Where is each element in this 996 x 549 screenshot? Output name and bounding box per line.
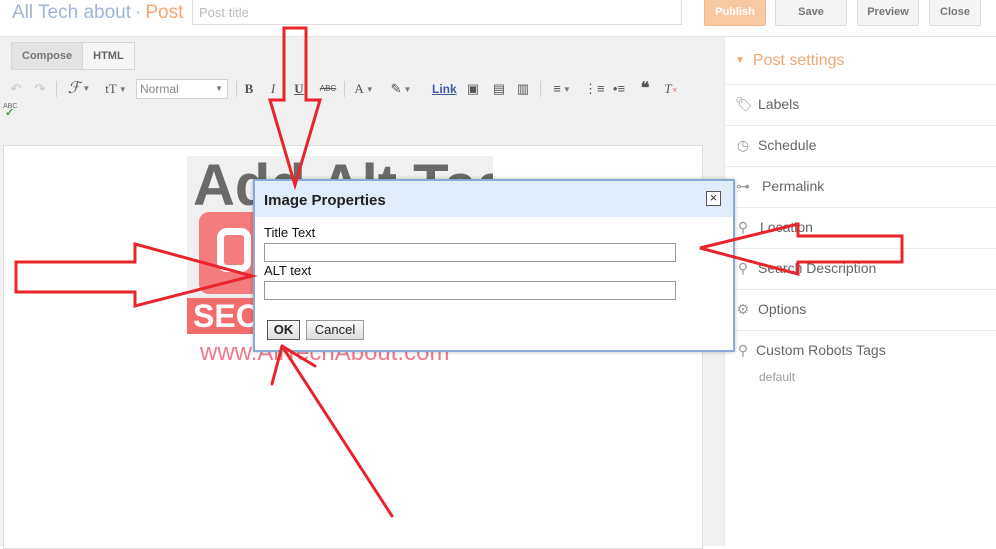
sidebar-item-schedule[interactable]: ◷ Schedule xyxy=(725,125,996,165)
tab-compose[interactable]: Compose xyxy=(11,42,84,70)
clock-icon: ◷ xyxy=(736,137,750,153)
title-text-label: Title Text xyxy=(264,225,316,240)
sidebar-item-options[interactable]: ⚙ Options xyxy=(725,289,996,329)
dialog-title: Image Properties xyxy=(264,192,386,209)
location-pin-icon: ⚲ xyxy=(737,219,749,235)
cancel-button[interactable]: Cancel xyxy=(306,320,364,340)
sidebar-item-search-description[interactable]: ⚲ Search Description xyxy=(725,248,996,288)
sidebar-item-label: Search Description xyxy=(758,260,877,276)
bullet-list-icon[interactable]: •≡ xyxy=(610,78,628,100)
post-title-input[interactable] xyxy=(192,0,682,25)
save-button[interactable]: Save xyxy=(775,0,847,26)
format-select[interactable]: Normal ▼ xyxy=(136,79,228,99)
sidebar-item-label: Permalink xyxy=(762,178,825,194)
font-icon[interactable]: ℱ ▼ xyxy=(64,78,94,100)
search-icon: ⚲ xyxy=(737,342,749,358)
tab-html[interactable]: HTML xyxy=(83,42,135,70)
text-color-icon[interactable]: A ▼ xyxy=(350,78,378,100)
link-icon: ⊶ xyxy=(736,178,750,194)
insert-video-icon[interactable]: ▤ xyxy=(490,78,508,100)
undo-icon[interactable]: ↶ xyxy=(8,78,24,100)
tag-icon: 🏷 xyxy=(735,96,753,112)
title-text-input[interactable] xyxy=(264,243,676,262)
gear-icon: ⚙ xyxy=(736,301,750,317)
mode-tabs: Compose HTML xyxy=(11,42,135,70)
alt-text-input[interactable] xyxy=(264,281,676,300)
ok-button[interactable]: OK xyxy=(267,320,300,340)
close-button[interactable]: Close xyxy=(929,0,981,26)
format-select-value: Normal xyxy=(140,82,179,96)
robots-default-value: default xyxy=(759,370,796,384)
post-settings-sidebar: ▼ Post settings 🏷 Labels ◷ Schedule ⊶ Permal… xyxy=(724,37,996,546)
post-settings-header[interactable]: ▼ Post settings xyxy=(735,52,845,70)
spellcheck-icon[interactable]: ABC ✓ xyxy=(3,103,17,119)
insert-jump-break-icon[interactable]: ▥ xyxy=(514,78,532,100)
post-settings-title: Post settings xyxy=(752,52,845,69)
numbered-list-icon[interactable]: ⋮≡ xyxy=(584,78,605,100)
search-icon: ⚲ xyxy=(737,260,749,276)
sidebar-item-permalink[interactable]: ⊶ Permalink xyxy=(725,166,996,206)
caret-down-icon: ▼ xyxy=(735,55,745,66)
bold-icon[interactable]: B xyxy=(242,78,256,100)
remove-formatting-icon[interactable]: T× xyxy=(662,78,680,100)
dialog-header[interactable]: Image Properties × xyxy=(255,181,733,217)
preview-button[interactable]: Preview xyxy=(857,0,919,26)
redo-icon[interactable]: ↷ xyxy=(32,78,48,100)
toolbar-divider xyxy=(56,81,57,97)
top-bar: All Tech about·Post Publish Save Preview… xyxy=(0,0,996,37)
sidebar-item-location[interactable]: ⚲ Location xyxy=(725,207,996,247)
title-separator: · xyxy=(135,2,142,23)
quote-icon[interactable]: ❝ xyxy=(636,78,654,100)
blog-title[interactable]: All Tech about · Post xyxy=(12,2,183,24)
insert-link-button[interactable]: Link xyxy=(432,78,457,100)
font-size-icon[interactable]: tT ▼ xyxy=(100,78,132,100)
image-properties-dialog: Image Properties × Title Text ALT text O… xyxy=(253,179,735,352)
align-icon[interactable]: ≡ ▼ xyxy=(548,78,576,100)
publish-button[interactable]: Publish xyxy=(704,0,766,26)
toolbar-divider xyxy=(344,81,345,97)
sidebar-item-label: Location xyxy=(760,219,813,235)
editor-toolbar: ↶ ↷ ℱ ▼ tT ▼ Normal ▼ B I U ABC A ▼ ✎ ▼ Link … xyxy=(6,78,716,100)
sidebar-item-label: Custom Robots Tags xyxy=(756,342,886,358)
toolbar-divider xyxy=(236,81,237,97)
alt-text-label: ALT text xyxy=(264,263,312,278)
italic-icon[interactable]: I xyxy=(266,78,280,100)
blog-name[interactable]: All Tech about xyxy=(12,2,131,23)
highlight-icon[interactable]: ✎ ▼ xyxy=(386,78,416,100)
sidebar-item-label: Labels xyxy=(758,96,800,112)
toolbar-divider xyxy=(540,81,541,97)
sidebar-item-label: Schedule xyxy=(758,137,817,153)
sidebar-item-label: Options xyxy=(758,301,807,317)
sidebar-item-labels[interactable]: 🏷 Labels xyxy=(725,84,996,124)
section-label: Post xyxy=(145,2,184,23)
underline-icon[interactable]: U xyxy=(292,78,306,100)
close-icon[interactable]: × xyxy=(706,191,721,206)
strikethrough-icon[interactable]: ABC xyxy=(318,78,338,100)
insert-image-icon[interactable]: ▣ xyxy=(464,78,482,100)
